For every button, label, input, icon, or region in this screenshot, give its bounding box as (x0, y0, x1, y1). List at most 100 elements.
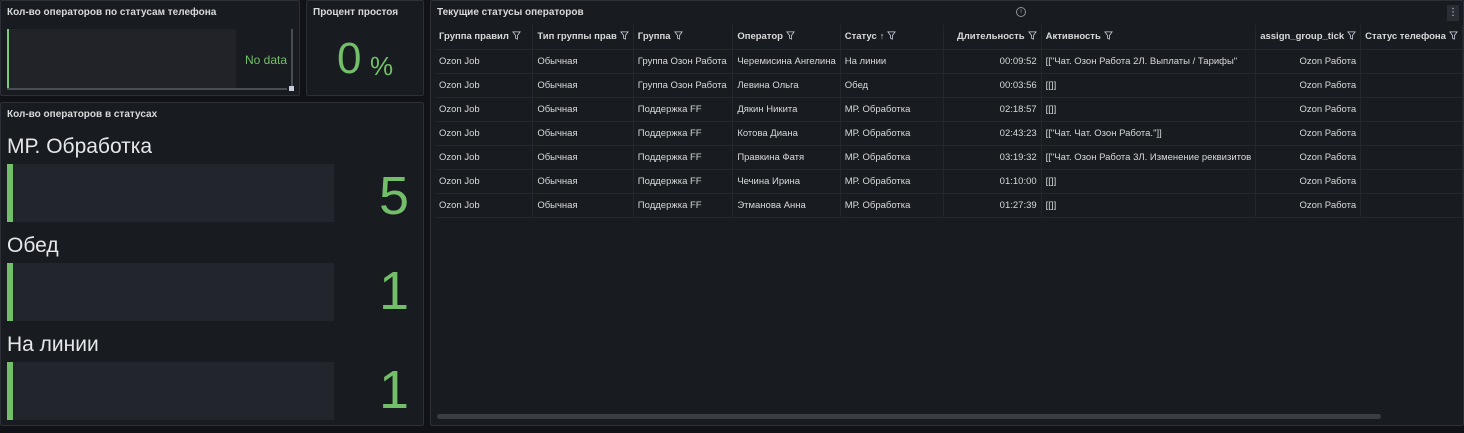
stat-unit: % (370, 51, 394, 81)
table-cell: 02:43:23 (943, 121, 1042, 146)
table-cell: Обычная (532, 121, 634, 146)
table-cell: Котова Диана (732, 121, 841, 146)
table-cell: Группа Озон Работа (633, 73, 734, 98)
table-cell: МР. Обработка (840, 145, 945, 170)
table-cell: Ozon Работа (1255, 169, 1362, 194)
resize-handle[interactable] (289, 86, 294, 91)
column-header[interactable]: Группа (633, 25, 734, 50)
table-cell: Ozon Работа (1255, 97, 1362, 122)
column-header[interactable]: assign_group_tick (1255, 25, 1362, 50)
gauge-label: На линии (7, 333, 99, 356)
gauge-fill (7, 164, 13, 222)
table-cell: [["Чат. Озон Работа 2Л. Выплаты / Тарифы… (1041, 49, 1257, 74)
table-cell: Ozon Job (435, 193, 534, 218)
table-cell: Черемисина Ангелина (732, 49, 841, 74)
gauge-bar (7, 164, 334, 222)
panel-title: Кол-во операторов в статусах (7, 109, 158, 120)
filter-icon[interactable] (673, 31, 683, 41)
table-cell: [[]] (1041, 73, 1257, 98)
table-cell: Ozon Job (435, 169, 534, 194)
table-cell: Обычная (532, 145, 634, 170)
filter-icon[interactable] (1449, 31, 1458, 41)
table-body: Ozon Job Обычная Группа Озон Работа Черемис… (435, 49, 1463, 218)
table-cell: 00:09:52 (943, 49, 1042, 74)
horizontal-scrollbar[interactable] (7, 88, 287, 90)
column-header[interactable]: Активность (1041, 25, 1257, 50)
table-cell: 01:10:00 (943, 169, 1042, 194)
table-cell: Ozon Job (435, 145, 534, 170)
table-cell: [[]] (1041, 193, 1257, 218)
filter-icon[interactable] (1027, 31, 1037, 41)
horizontal-scrollbar[interactable] (437, 414, 1381, 419)
column-header[interactable]: Оператор (732, 25, 841, 50)
table-cell: Поддержка FF (633, 121, 734, 146)
filter-icon[interactable] (887, 31, 897, 41)
filter-icon[interactable] (1103, 31, 1113, 41)
table-cell: Ozon Работа (1255, 121, 1362, 146)
gauge-fill (7, 263, 13, 321)
table-row[interactable]: Ozon Job Обычная Поддержка FF Чечина Ирина М… (435, 169, 1463, 194)
table-cell: Поддержка FF (633, 145, 734, 170)
sort-ascending-icon[interactable]: ↑ (880, 31, 885, 41)
column-header[interactable]: Тип группы прав (532, 25, 634, 50)
table-row[interactable]: Ozon Job Обычная Поддержка FF Этманова Анна… (435, 193, 1463, 218)
table-cell: Поддержка FF (633, 193, 734, 218)
table-cell: Группа Озон Работа (633, 49, 734, 74)
table-cell: Ozon Job (435, 97, 534, 122)
panel-menu-icon[interactable]: ⋮ (1447, 5, 1459, 21)
table-cell: [[]] (1041, 169, 1257, 194)
table-cell: Ozon Работа (1255, 193, 1362, 218)
table-cell: [["Чат. Озон Работа 3Л. Изменение реквиз… (1041, 145, 1257, 170)
filter-icon[interactable] (1347, 31, 1357, 41)
table-cell: МР. Обработка (840, 169, 945, 194)
filter-icon[interactable] (619, 31, 629, 41)
gauge-fill (7, 362, 13, 420)
gauge-bar (7, 362, 334, 420)
operators-table-panel: Текущие статусы операторов i ⋮ Группа пр… (430, 0, 1464, 426)
table-cell (1360, 169, 1463, 194)
chart-area (7, 29, 236, 89)
column-header[interactable]: Группа правил (435, 25, 534, 50)
gauge-bar (7, 263, 334, 321)
table-row[interactable]: Ozon Job Обычная Группа Озон Работа Левина … (435, 73, 1463, 98)
table-cell: 00:03:56 (943, 73, 1042, 98)
table-cell: Правкина Фатя (732, 145, 841, 170)
gauge-label: МР. Обработка (7, 135, 153, 158)
column-header[interactable]: Статус ↑ (840, 25, 945, 50)
filter-icon[interactable] (512, 31, 521, 41)
table-cell: МР. Обработка (840, 193, 945, 218)
table-cell: Ozon Job (435, 49, 534, 74)
table-row[interactable]: Ozon Job Обычная Группа Озон Работа Черемис… (435, 49, 1463, 74)
table-cell: Обычная (532, 49, 634, 74)
gauge-value: 1 (378, 261, 409, 321)
status-counts-panel: Кол-во операторов в статусах МР. Обработ… (0, 102, 424, 426)
idle-percent-panel: Процент простоя 0 % (306, 0, 424, 96)
filter-icon[interactable] (786, 31, 795, 41)
table-row[interactable]: Ozon Job Обычная Поддержка FF Правкина Фатя… (435, 145, 1463, 170)
table-cell: Обычная (532, 73, 634, 98)
vertical-scrollbar[interactable] (291, 29, 293, 87)
phone-status-panel: Кол-во операторов по статусам телефона N… (0, 0, 300, 96)
table-cell: Обед (840, 73, 945, 98)
table-row[interactable]: Ozon Job Обычная Поддержка FF Котова Диана М… (435, 121, 1463, 146)
table-cell: Поддержка FF (633, 169, 734, 194)
table-cell: Левина Ольга (732, 73, 841, 98)
panel-title: Текущие статусы операторов (437, 7, 584, 18)
table-cell: Ozon Работа (1255, 73, 1362, 98)
table-cell (1360, 49, 1463, 74)
table-cell: 03:19:32 (943, 145, 1042, 170)
table-cell (1360, 121, 1463, 146)
gauge-label: Обед (7, 234, 59, 257)
stat-value: 0 (337, 34, 362, 83)
table-cell (1360, 145, 1463, 170)
table-cell: Ozon Работа (1255, 145, 1362, 170)
table-cell: МР. Обработка (840, 97, 945, 122)
table-cell: Обычная (532, 193, 634, 218)
table-cell: 02:18:57 (943, 97, 1042, 122)
column-header[interactable]: Длительность (943, 25, 1042, 50)
column-header[interactable]: Статус телефона (1360, 25, 1463, 50)
operators-table: Группа правил Тип группы прав Группа Опе… (435, 25, 1463, 218)
table-cell: [[]] (1041, 97, 1257, 122)
table-row[interactable]: Ozon Job Обычная Поддержка FF Дякин Никита М… (435, 97, 1463, 122)
info-icon[interactable]: i (1016, 7, 1026, 17)
